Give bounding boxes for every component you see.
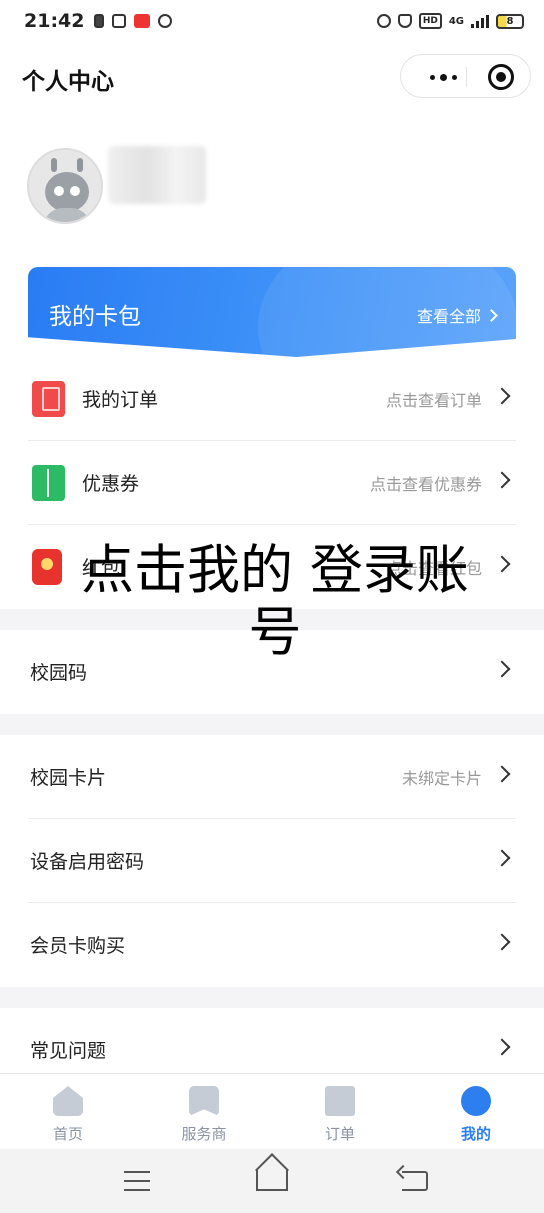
status-right-icons: HD 4G 8 — [376, 13, 524, 29]
chevron-right-icon — [493, 933, 511, 951]
list-item-faq[interactable]: 常见问题 — [0, 1008, 544, 1074]
faq-section: 常见问题 — [0, 1008, 544, 1074]
chevron-right-icon — [493, 1038, 511, 1056]
home-nav-icon[interactable] — [256, 1169, 288, 1191]
more-dot-icon — [439, 73, 447, 81]
bookmark-icon — [189, 1086, 219, 1116]
avatar-eye — [54, 186, 64, 196]
tab-label: 服务商 — [181, 1125, 227, 1143]
list-item-label: 会员卡购买 — [30, 935, 126, 957]
avatar-eye — [70, 186, 80, 196]
blurred-nickname — [108, 146, 206, 204]
more-menu-button[interactable] — [421, 65, 465, 89]
back-icon[interactable] — [402, 1171, 428, 1191]
alarm-icon — [376, 14, 391, 28]
menu-icon[interactable] — [124, 1171, 150, 1191]
list-item-label: 优惠券 — [82, 473, 140, 495]
list-item-label: 常见问题 — [30, 1040, 107, 1062]
list-item-label: 设备启用密码 — [30, 851, 145, 873]
tab-service-providers[interactable]: 服务商 — [136, 1074, 272, 1150]
close-mini-program-button[interactable] — [488, 64, 514, 90]
list-item-hint: 点击查看优惠券 — [369, 475, 482, 494]
mute-icon — [397, 14, 412, 28]
tab-bar: 首页 服务商 订单 我的 — [0, 1073, 544, 1149]
wallet-section: 我的卡包 查看全部 — [0, 262, 544, 357]
chevron-right-icon — [493, 387, 511, 405]
page-title: 个人中心 — [22, 69, 114, 95]
card-settings-list: 校园卡片 未绑定卡片 设备启用密码 会员卡购买 — [0, 735, 544, 987]
avatar-antenna — [77, 158, 83, 172]
document-icon — [325, 1086, 355, 1116]
tab-mine[interactable]: 我的 — [408, 1074, 544, 1150]
chevron-right-icon — [493, 849, 511, 867]
system-navigation-bar — [0, 1149, 544, 1213]
network-type: 4G — [448, 15, 464, 27]
avatar-body — [43, 208, 91, 222]
status-time: 21:42 — [24, 10, 85, 32]
list-item-coupons[interactable]: 优惠券 点击查看优惠券 — [0, 441, 544, 525]
hd-icon: HD — [418, 13, 442, 29]
battery-level: 8 — [506, 15, 514, 27]
list-item-label: 我的订单 — [82, 389, 159, 411]
status-left-icons — [94, 14, 173, 28]
tab-orders[interactable]: 订单 — [272, 1074, 408, 1150]
wallet-card[interactable]: 我的卡包 查看全部 — [28, 267, 516, 357]
capsule-divider — [466, 67, 467, 87]
chevron-right-icon — [493, 660, 511, 678]
signal-icon — [471, 14, 489, 28]
list-item-orders[interactable]: 我的订单 点击查看订单 — [0, 357, 544, 441]
red-packet-icon — [32, 549, 62, 585]
view-all-label: 查看全部 — [416, 307, 481, 326]
avatar-antenna — [51, 158, 57, 172]
more-dot-icon — [429, 74, 435, 80]
screen: 21:42 HD 4G 8 个人中心 我的卡包 查看全部 我的订单 点击查看订单… — [0, 0, 544, 1213]
list-item-campus-card[interactable]: 校园卡片 未绑定卡片 — [0, 735, 544, 819]
battery-icon: 8 — [496, 13, 524, 29]
app-notification-icon — [112, 14, 127, 28]
nav-header: 个人中心 — [0, 42, 544, 112]
wallet-title: 我的卡包 — [49, 304, 141, 330]
list-item-hint: 点击查看订单 — [385, 391, 482, 410]
status-bar: 21:42 HD 4G 8 — [0, 0, 544, 42]
mini-program-capsule — [400, 54, 531, 98]
home-icon — [53, 1086, 83, 1116]
hotspot-icon — [158, 14, 173, 28]
chevron-right-icon — [493, 471, 511, 489]
overlay-instruction: 点击我的 登录账号 — [81, 540, 469, 663]
chevron-right-icon — [493, 765, 511, 783]
avatar[interactable] — [27, 148, 103, 224]
app-badge-icon — [134, 14, 151, 28]
view-all-link[interactable]: 查看全部 — [416, 303, 498, 327]
tab-label: 首页 — [52, 1125, 83, 1143]
battery-saver-icon — [94, 14, 105, 28]
tab-label: 订单 — [324, 1125, 355, 1143]
order-icon — [32, 381, 65, 417]
coupon-icon — [32, 465, 65, 501]
tab-label: 我的 — [460, 1125, 491, 1143]
avatar-face — [45, 172, 89, 212]
chevron-right-icon — [485, 308, 498, 322]
list-item-hint: 未绑定卡片 — [401, 769, 482, 788]
list-item-label: 校园卡片 — [30, 767, 107, 789]
tab-home[interactable]: 首页 — [0, 1074, 136, 1150]
list-item-device-password[interactable]: 设备启用密码 — [0, 819, 544, 903]
profile-icon — [461, 1086, 491, 1116]
more-dot-icon — [451, 74, 457, 80]
list-item-membership-purchase[interactable]: 会员卡购买 — [0, 903, 544, 987]
chevron-right-icon — [493, 555, 511, 573]
profile-section — [0, 112, 544, 262]
